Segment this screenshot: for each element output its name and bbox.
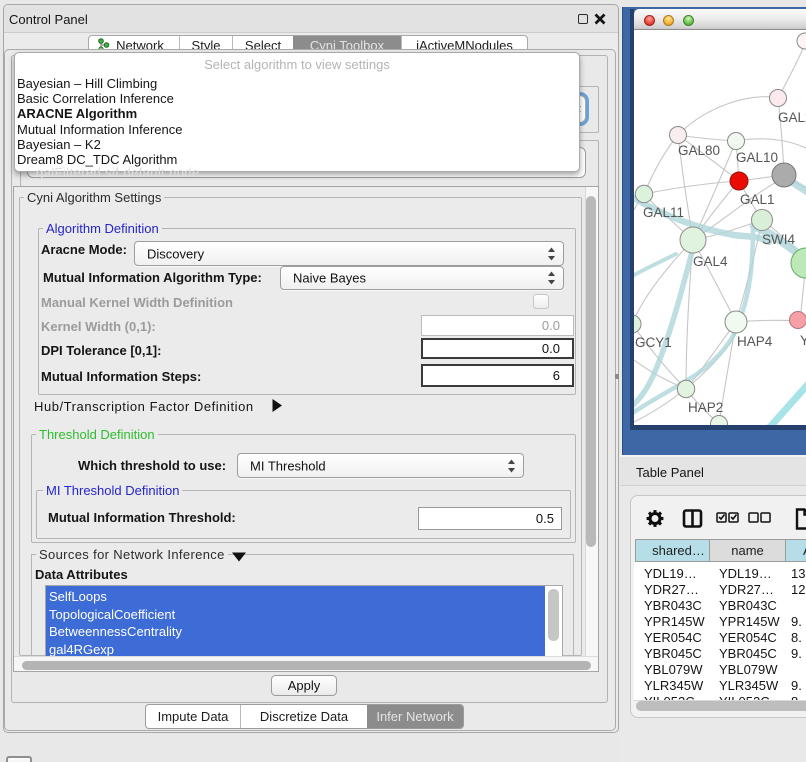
svg-text:GAL10: GAL10 [736,150,778,165]
svg-text:HAP4: HAP4 [737,334,773,349]
svg-text:GAL1: GAL1 [740,192,775,207]
svg-text:GAL80: GAL80 [678,143,720,158]
svg-text:HAP2: HAP2 [688,400,723,415]
svg-text:SWI4: SWI4 [762,232,795,247]
svg-text:GAL2: GAL2 [778,110,806,125]
svg-text:GCY1: GCY1 [635,335,672,350]
svg-text:GAL11: GAL11 [643,205,684,220]
svg-text:GAL4: GAL4 [693,254,728,269]
svg-text:YM: YM [800,333,806,348]
